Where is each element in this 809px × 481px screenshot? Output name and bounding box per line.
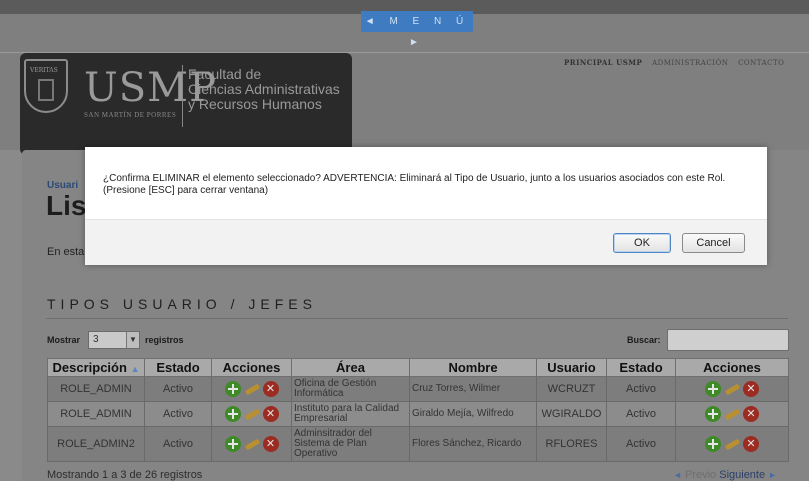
col-area[interactable]: Área (291, 358, 410, 377)
add-icon[interactable] (224, 436, 241, 452)
records-label: registros (145, 335, 184, 345)
ok-button[interactable]: OK (613, 233, 671, 253)
add-icon[interactable] (224, 381, 241, 397)
edit-pencil-icon[interactable] (724, 381, 740, 397)
edit-pencil-icon[interactable] (244, 436, 260, 452)
university-crest-icon: VERITAS (24, 59, 68, 113)
col-nombre[interactable]: Nombre (409, 358, 537, 377)
edit-pencil-icon[interactable] (724, 436, 740, 452)
col-estado[interactable]: Estado (144, 358, 212, 377)
chevron-down-icon[interactable]: ▼ (126, 332, 139, 348)
delete-icon[interactable]: ✕ (743, 381, 759, 397)
section-title: TIPOS USUARIO / JEFES (47, 296, 317, 312)
add-icon[interactable] (705, 381, 721, 397)
table-row: ROLE_ADMIN Activo ✕ Oficina de Gestión I… (47, 376, 789, 402)
search-input[interactable] (667, 329, 789, 351)
dialog-message: ¿Confirma ELIMINAR el elemento seleccion… (103, 173, 726, 196)
edit-pencil-icon[interactable] (724, 406, 740, 422)
confirm-dialog: ¿Confirma ELIMINAR el elemento seleccion… (85, 147, 767, 265)
next-page-link[interactable]: Siguiente (719, 469, 765, 481)
faculty-name: Facultad de Ciencias Administrativas y R… (188, 66, 340, 112)
next-arrow-icon[interactable]: ► (768, 470, 777, 480)
delete-icon[interactable]: ✕ (743, 436, 759, 452)
page-title: Lis (46, 190, 87, 221)
add-icon[interactable] (224, 406, 241, 422)
table-info: Mostrando 1 a 3 de 26 registros (47, 469, 203, 481)
edit-pencil-icon[interactable] (244, 381, 260, 397)
nav-link-contacto[interactable]: CONTACTO (738, 59, 784, 67)
page-size-select[interactable]: 3 ▼ (88, 331, 140, 349)
dialog-body: ¿Confirma ELIMINAR el elemento seleccion… (85, 147, 767, 219)
cancel-button[interactable]: Cancel (682, 233, 745, 253)
delete-icon[interactable]: ✕ (262, 381, 279, 397)
pagination: ◄ Previo Siguiente ► (673, 469, 777, 481)
table-header-row: Descripción ▲ Estado Acciones Área Nombr… (47, 358, 789, 377)
search-label: Buscar: (627, 335, 661, 345)
page-size-value: 3 (93, 334, 99, 345)
nav-link-administracion[interactable]: ADMINISTRACIÓN (652, 59, 728, 67)
prev-page-link[interactable]: Previo (685, 469, 716, 481)
table-row: ROLE_ADMIN Activo ✕ Instituto para la Ca… (47, 401, 789, 427)
top-nav: PRINCIPAL USMP ADMINISTRACIÓN CONTACTO (564, 58, 791, 67)
user-types-table: Descripción ▲ Estado Acciones Área Nombr… (47, 358, 789, 462)
nav-link-principal[interactable]: PRINCIPAL USMP (564, 58, 642, 67)
delete-icon[interactable]: ✕ (262, 436, 279, 452)
edit-pencil-icon[interactable] (244, 406, 260, 422)
crest-text: VERITAS (30, 67, 58, 74)
logo-subtitle: SAN MARTÍN DE PORRES (84, 111, 177, 119)
sort-asc-icon: ▲ (130, 364, 140, 374)
section-divider (46, 318, 788, 319)
table-row: ROLE_ADMIN2 Activo ✕ Adminsitrador del S… (47, 426, 789, 462)
col-usuario[interactable]: Usuario (536, 358, 607, 377)
add-icon[interactable] (705, 436, 721, 452)
add-icon[interactable] (705, 406, 721, 422)
show-label: Mostrar (47, 335, 81, 345)
delete-icon[interactable]: ✕ (262, 406, 279, 422)
prev-arrow-icon[interactable]: ◄ (673, 470, 682, 480)
logo-divider (182, 65, 183, 127)
col-acciones-2[interactable]: Acciones (675, 358, 789, 377)
menu-button[interactable]: ◄ M E N Ú ► (361, 11, 473, 48)
delete-icon[interactable]: ✕ (743, 406, 759, 422)
usmp-logo[interactable]: VERITAS USMP SAN MARTÍN DE PORRES Facult… (20, 53, 352, 155)
col-descripcion[interactable]: Descripción ▲ (47, 358, 145, 377)
page-intro: En esta (47, 246, 85, 258)
col-estado-2[interactable]: Estado (606, 358, 676, 377)
col-acciones[interactable]: Acciones (211, 358, 292, 377)
